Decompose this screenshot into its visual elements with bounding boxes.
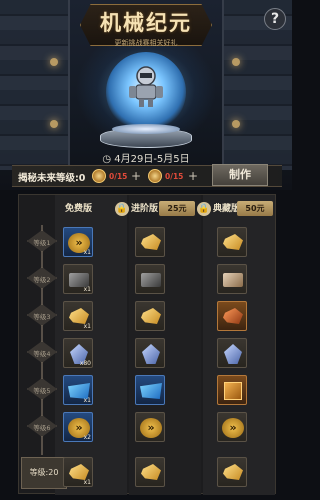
level-label: 等级1 [33,239,51,247]
reward-slot-advanced[interactable] [135,375,165,405]
make-button[interactable]: 制作 [212,164,268,186]
iron-block-icon [141,273,161,287]
crystal-icon [224,344,242,364]
token1-count: 0/15 [109,172,128,181]
reward-slot-advanced[interactable] [135,457,165,487]
blue-shard-icon [140,383,162,399]
reward-slot-collector[interactable] [217,375,247,405]
reward-slot-collector[interactable] [217,264,247,294]
crystal-icon [142,344,160,364]
level-label: 等级5 [33,387,51,395]
reward-slot-collector[interactable]: » [217,412,247,442]
robot-reward-icon [129,66,163,107]
mystery-level-label: 揭秘未来等级:0 [18,173,86,184]
event-title-plate: 机械纪元 更新挑战赛相关好礼 [80,4,212,46]
gold-ore-icon [223,464,243,480]
help-button[interactable]: ? [264,8,286,30]
reward-slot-advanced[interactable] [135,301,165,331]
reward-slot-free[interactable]: x1 [63,264,93,294]
reward-slot-advanced[interactable] [135,264,165,294]
level-label: 等级6 [33,424,51,432]
gold-ore-icon [141,308,161,324]
supply-box-icon [224,382,242,400]
reward-slot-advanced[interactable] [135,227,165,257]
gold-ore-icon [141,234,161,250]
gear-token-icon [92,169,106,183]
level-label: 等级2 [33,276,51,284]
lock-icon: 🔒 [197,201,211,216]
reward-slot-free[interactable]: x80 [63,338,93,368]
level-label: 等级4 [33,350,51,358]
reward-slot-collector[interactable] [217,301,247,331]
reward-slot-free[interactable]: » x1 [63,227,93,257]
reward-slot-advanced[interactable]: » [135,412,165,442]
level-label: 等级3 [33,313,51,321]
advanced-buy-button[interactable]: 25元 [159,201,195,216]
reward-slot-free[interactable]: x1 [63,457,93,487]
collector-tier-label: 🔒 典藏版 [197,201,241,216]
reward-slot-free[interactable]: x1 [63,301,93,331]
chevron-token-icon: » [222,418,244,438]
pedestal-top [112,124,180,134]
advanced-tier-label: 🔒 进阶版 [115,201,159,216]
gold-ore-icon [141,464,161,480]
left-wall-decoration [0,0,70,170]
event-banner: 机械纪元 更新挑战赛相关好礼 ? ◷ 4月29日-5月5日 [0,0,292,190]
copper-ore-icon [223,308,243,324]
reward-slot-advanced[interactable] [135,338,165,368]
gold-ore-icon [223,234,243,250]
collector-buy-button[interactable]: 50元 [237,201,273,216]
lock-icon: 🔒 [115,201,129,216]
reward-slot-free[interactable]: x1 [63,375,93,405]
chevron-token-icon: » [140,418,162,438]
reward-slot-collector[interactable] [217,338,247,368]
add-token1-button[interactable]: + [131,169,141,183]
envelope-icon [223,273,243,287]
reward-track-panel: 免费版 🔒 进阶版 25元 🔒 典藏版 50元 等级1 等级2 等级3 等级4 等级… [18,194,276,495]
gold-ore-icon [69,464,89,480]
gold-ore-icon [69,308,89,324]
reward-slot-free[interactable]: » x2 [63,412,93,442]
iron-block-icon [69,273,89,287]
event-title: 机械纪元 [100,11,192,35]
free-tier-label: 免费版 [65,204,93,214]
reward-slot-collector[interactable] [217,227,247,257]
core-token-icon [148,169,162,183]
add-token2-button[interactable]: + [188,169,198,183]
final-level-node: 等级:20 [21,457,67,489]
event-subtitle: 更新挑战赛相关好礼 [114,39,178,47]
token2-count: 0/15 [165,172,184,181]
final-level-label: 等级:20 [29,468,59,477]
reward-slot-collector[interactable] [217,457,247,487]
event-date-range: ◷ 4月29日-5月5日 [102,154,190,165]
